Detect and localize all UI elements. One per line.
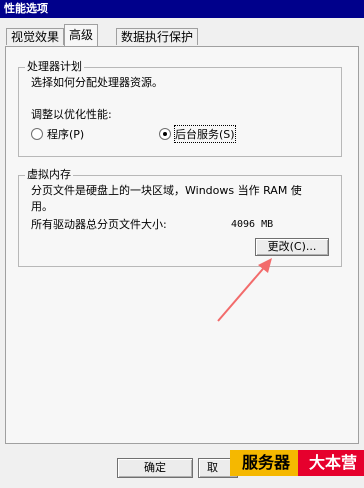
ok-button[interactable]: 确定 (117, 458, 193, 478)
virtual-memory-group: 虚拟内存 分页文件是硬盘上的一块区域，Windows 当作 RAM 使 用。 所… (18, 168, 342, 267)
tab-bar: 视觉效果 高级 数据执行保护 (0, 23, 364, 47)
radio-programs-button[interactable] (31, 128, 43, 140)
radio-background-services[interactable]: 后台服务(S) (159, 125, 236, 143)
radio-programs-label: 程序(P) (47, 128, 85, 141)
paging-total-value: 4096 MB (231, 219, 274, 230)
tab-dep[interactable]: 数据执行保护 (116, 28, 199, 45)
adjust-label: 调整以优化性能: (31, 108, 112, 121)
tab-advanced[interactable]: 高级 (64, 24, 99, 46)
processor-group-title: 处理器计划 (25, 60, 84, 74)
radio-programs[interactable]: 程序(P) (31, 126, 84, 142)
paging-total-label: 所有驱动器总分页文件大小: (31, 218, 167, 231)
advanced-tab-panel: 处理器计划 选择如何分配处理器资源。 调整以优化性能: 程序(P) 后台服务(S… (5, 46, 359, 444)
change-button[interactable]: 更改(C)... (255, 238, 329, 256)
virtual-memory-group-title: 虚拟内存 (25, 168, 73, 182)
window-title: 性能选项 (0, 0, 364, 18)
watermark-left: 服务器 (230, 450, 302, 476)
annotation-arrow-icon (217, 258, 272, 322)
watermark-right: 大本营 (298, 450, 364, 476)
virtual-memory-description-line1: 分页文件是硬盘上的一块区域，Windows 当作 RAM 使 (31, 184, 302, 197)
processor-description: 选择如何分配处理器资源。 (31, 76, 163, 89)
processor-scheduling-group: 处理器计划 选择如何分配处理器资源。 调整以优化性能: 程序(P) 后台服务(S… (18, 60, 342, 157)
virtual-memory-description-line2: 用。 (31, 200, 53, 213)
radio-background-services-button[interactable] (159, 128, 171, 140)
radio-background-services-label: 后台服务(S) (174, 125, 236, 143)
tab-visual-effects[interactable]: 视觉效果 (6, 28, 65, 45)
